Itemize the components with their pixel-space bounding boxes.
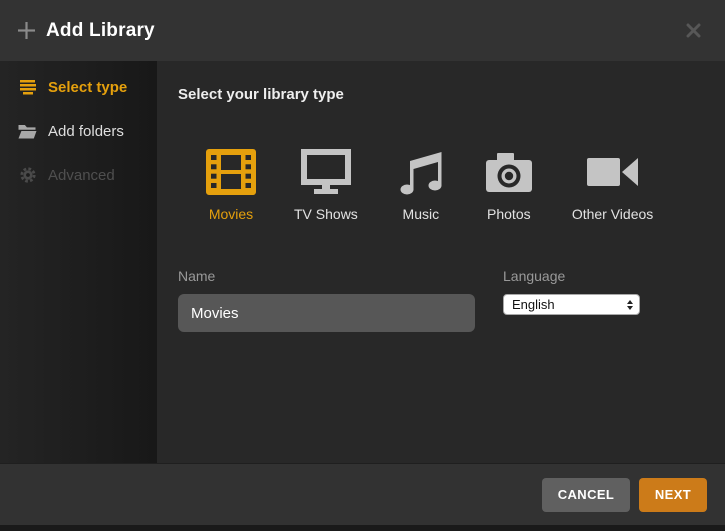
close-icon[interactable]	[682, 19, 705, 42]
library-fields-row: Name Language English	[178, 268, 725, 332]
library-type-label: TV Shows	[294, 206, 358, 222]
add-library-dialog: Add Library Select type Add folders	[0, 0, 725, 531]
select-stepper-icon	[627, 300, 633, 310]
sidebar-item-add-folders[interactable]: Add folders	[0, 109, 157, 153]
library-type-label: Movies	[209, 206, 253, 222]
main-panel: Select your library type Movies TV Shows	[157, 61, 725, 463]
tv-icon	[301, 149, 351, 195]
sidebar-item-label: Add folders	[48, 123, 124, 140]
video-camera-icon	[586, 149, 639, 195]
library-type-label: Photos	[487, 206, 531, 222]
library-type-other-videos[interactable]: Other Videos	[572, 149, 653, 222]
gear-icon	[18, 167, 37, 183]
cancel-button[interactable]: CANCEL	[542, 478, 630, 512]
name-field-group: Name	[178, 268, 475, 332]
dialog-bottom-edge	[0, 525, 725, 531]
library-type-music[interactable]: Music	[396, 149, 446, 222]
film-strip-icon	[206, 149, 256, 195]
language-field-group: Language English	[503, 268, 640, 332]
dialog-title: Add Library	[46, 20, 155, 42]
folder-open-icon	[18, 124, 37, 139]
dialog-body: Select type Add folders Advanced Select …	[0, 61, 725, 463]
panel-heading: Select your library type	[178, 86, 725, 103]
library-type-movies[interactable]: Movies	[206, 149, 256, 222]
library-name-input[interactable]	[178, 294, 475, 332]
dialog-header: Add Library	[0, 0, 725, 61]
wizard-steps-sidebar: Select type Add folders Advanced	[0, 61, 157, 463]
camera-icon	[484, 149, 534, 195]
language-field-label: Language	[503, 268, 640, 284]
library-type-photos[interactable]: Photos	[484, 149, 534, 222]
next-button[interactable]: NEXT	[639, 478, 707, 512]
sidebar-item-label: Select type	[48, 79, 127, 96]
sidebar-item-select-type[interactable]: Select type	[0, 65, 157, 109]
list-lines-icon	[18, 80, 37, 95]
language-select[interactable]: English	[503, 294, 640, 315]
dialog-footer: CANCEL NEXT	[0, 463, 725, 525]
library-type-row: Movies TV Shows Music	[206, 149, 725, 222]
sidebar-item-advanced: Advanced	[0, 153, 157, 197]
plus-icon	[18, 22, 35, 39]
name-field-label: Name	[178, 268, 475, 284]
library-type-label: Other Videos	[572, 206, 653, 222]
sidebar-item-label: Advanced	[48, 167, 115, 184]
language-select-value: English	[512, 297, 555, 312]
library-type-label: Music	[403, 206, 440, 222]
music-notes-icon	[396, 149, 446, 195]
library-type-tv-shows[interactable]: TV Shows	[294, 149, 358, 222]
